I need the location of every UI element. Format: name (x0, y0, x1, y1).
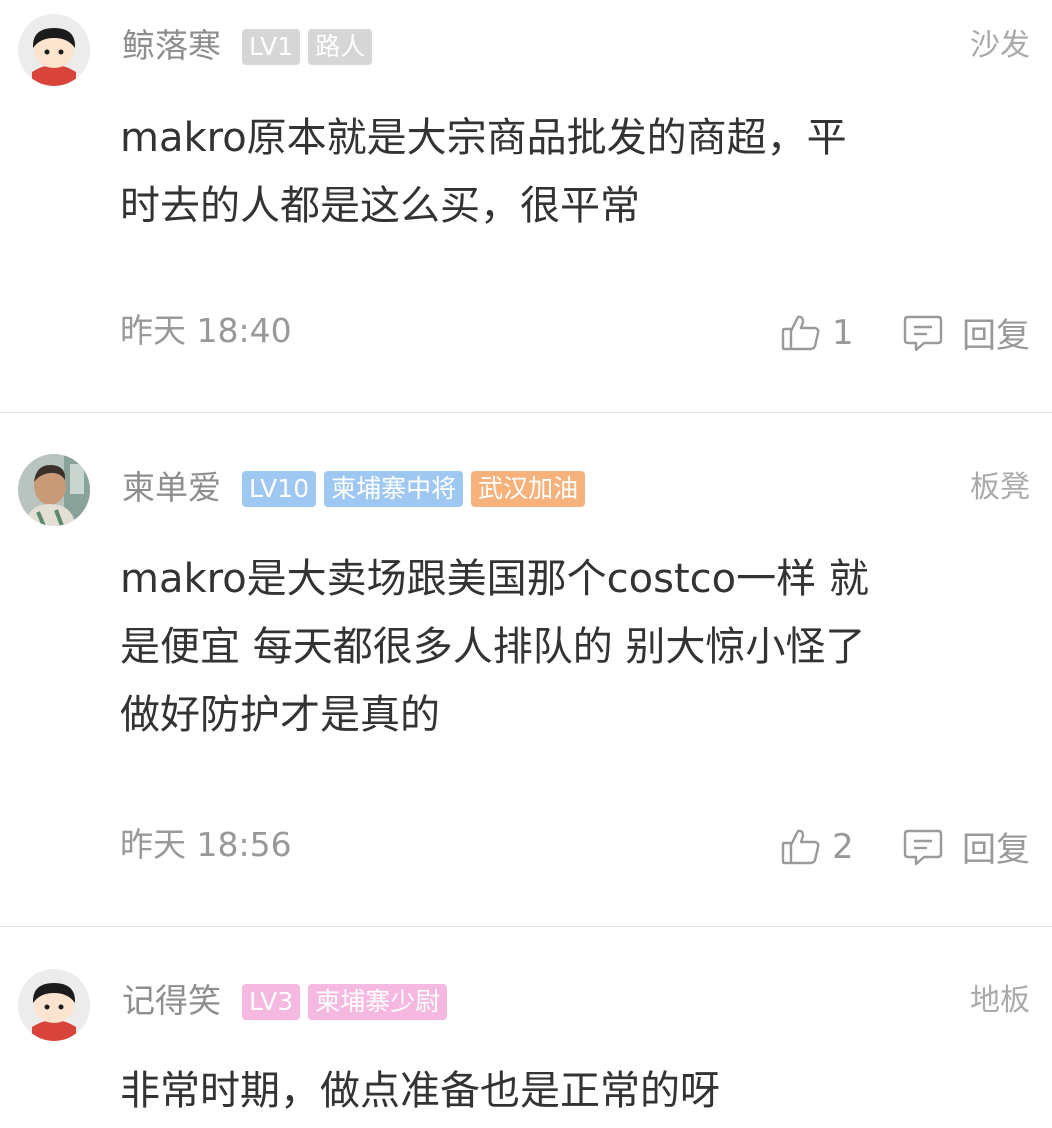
level-badge: LV1 (242, 29, 301, 65)
reply-button[interactable]: 回复 (962, 822, 1030, 871)
comment-text: makro原本就是大宗商品批发的商超，平 时去的人都是这么买，很平常 (120, 104, 1000, 240)
comment-actions: 2 回复 (780, 822, 1030, 871)
comment-line: 是便宜 每天都很多人排队的 别大惊小怪了 (120, 624, 866, 670)
comment-line: 非常时期，做点准备也是正常的呀 (120, 1068, 720, 1114)
comment-text: makro是大卖场跟美国那个costco一样 就 是便宜 每天都很多人排队的 别… (120, 545, 1000, 749)
comment-line: 做好防护才是真的 (120, 692, 440, 738)
comment-text: 非常时期，做点准备也是正常的呀 (120, 1057, 1000, 1125)
comment-item: 柬单爱 LV10 柬埔寨中将 武汉加油 板凳 makro是大卖场跟美国那个cos… (0, 413, 1052, 926)
comment-item: 记得笑 LV3 柬埔寨少尉 地板 非常时期，做点准备也是正常的呀 (0, 927, 1052, 1128)
user-avatar[interactable] (18, 14, 90, 86)
thumbs-up-icon[interactable] (780, 826, 822, 868)
comment-item: 鲸落寒 LV1 路人 沙发 makro原本就是大宗商品批发的商超，平 时去的人都… (0, 0, 1052, 412)
username[interactable]: 记得笑 (122, 981, 221, 1021)
comment-actions: 1 回复 (780, 308, 1030, 357)
comment-icon[interactable] (902, 312, 944, 354)
level-badge: LV10 (242, 471, 317, 507)
user-avatar[interactable] (18, 969, 90, 1041)
level-badge: LV3 (242, 984, 301, 1020)
floor-label: 沙发 (970, 28, 1030, 63)
badge-group: LV3 柬埔寨少尉 (242, 984, 448, 1020)
comment-time: 昨天 18:56 (120, 825, 292, 864)
comment-line: makro原本就是大宗商品批发的商超，平 (120, 115, 847, 161)
event-badge: 武汉加油 (471, 471, 586, 507)
floor-label: 板凳 (970, 470, 1030, 505)
reply-button[interactable]: 回复 (962, 308, 1030, 357)
title-badge: 柬埔寨中将 (324, 471, 464, 507)
comment-line: makro是大卖场跟美国那个costco一样 就 (120, 556, 869, 602)
badge-group: LV1 路人 (242, 29, 373, 65)
comment-time: 昨天 18:40 (120, 311, 292, 350)
comment-icon[interactable] (902, 826, 944, 868)
user-avatar[interactable] (18, 454, 90, 526)
badge-group: LV10 柬埔寨中将 武汉加油 (242, 471, 586, 507)
username[interactable]: 鲸落寒 (122, 26, 221, 66)
like-count: 2 (832, 826, 854, 867)
title-badge: 柬埔寨少尉 (308, 984, 448, 1020)
title-badge: 路人 (308, 29, 373, 65)
username[interactable]: 柬单爱 (122, 468, 221, 508)
like-count: 1 (832, 312, 854, 353)
floor-label: 地板 (970, 983, 1030, 1018)
thumbs-up-icon[interactable] (780, 312, 822, 354)
comment-line: 时去的人都是这么买，很平常 (120, 183, 640, 229)
